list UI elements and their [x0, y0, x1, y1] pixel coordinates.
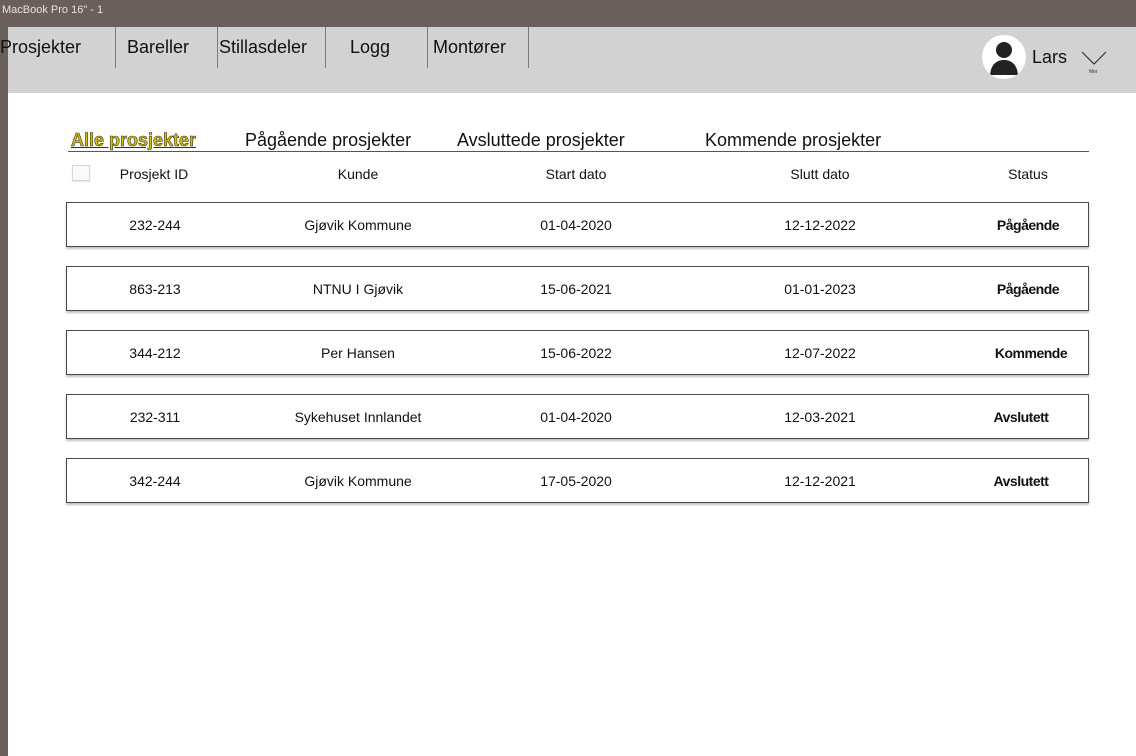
table-row[interactable]: 232-244 Gjøvik Kommune 01-04-2020 12-12-…: [66, 202, 1089, 247]
column-header-prosjekt-id[interactable]: Prosjekt ID: [120, 165, 188, 183]
user-avatar-icon[interactable]: [982, 35, 1026, 79]
cell-slutt-dato: 01-01-2023: [784, 281, 856, 297]
frame-title: MacBook Pro 16" - 1: [2, 4, 104, 16]
nav-item-stillasdeler[interactable]: Stillasdeler: [218, 27, 326, 68]
status-badge: Avslutett: [993, 473, 1049, 489]
table-row[interactable]: 344-212 Per Hansen 15-06-2022 12-07-2022…: [66, 330, 1089, 375]
tab-pagaende-prosjekter[interactable]: Pågående prosjekter: [245, 129, 411, 151]
cell-start-dato: 01-04-2020: [540, 409, 612, 425]
cell-start-dato: 17-05-2020: [540, 473, 612, 489]
table-header: Prosjekt ID Kunde Start dato Slutt dato …: [68, 161, 1088, 189]
column-header-kunde[interactable]: Kunde: [338, 165, 378, 183]
cell-prosjekt-id: 232-244: [129, 217, 181, 233]
status-badge: Avslutett: [993, 409, 1049, 425]
cell-kunde: Gjøvik Kommune: [304, 473, 412, 489]
user-menu[interactable]: Lars Mer: [982, 35, 1122, 79]
more-menu-caption: Mer: [1089, 69, 1098, 75]
tab-kommende-prosjekter[interactable]: Kommende prosjekter: [705, 129, 881, 151]
app-window: Prosjekter Bareller Stillasdeler Logg Mo…: [0, 27, 1136, 756]
project-filter-tabs: Alle prosjekter Pågående prosjekter Avsl…: [68, 123, 1088, 153]
cell-slutt-dato: 12-07-2022: [784, 345, 856, 361]
table-row[interactable]: 342-244 Gjøvik Kommune 17-05-2020 12-12-…: [66, 458, 1089, 503]
table-row[interactable]: 863-213 NTNU I Gjøvik 15-06-2021 01-01-2…: [66, 266, 1089, 311]
tab-avsluttede-prosjekter[interactable]: Avsluttede prosjekter: [457, 129, 625, 151]
cell-kunde: Per Hansen: [321, 345, 395, 361]
status-badge: Pågående: [996, 281, 1060, 297]
cell-prosjekt-id: 344-212: [129, 345, 181, 361]
cell-start-dato: 15-06-2021: [540, 281, 612, 297]
status-badge: Kommende: [994, 345, 1068, 361]
cell-kunde: Sykehuset Innlandet: [294, 409, 422, 425]
tab-alle-prosjekter[interactable]: Alle prosjekter: [71, 129, 197, 151]
cell-start-dato: 01-04-2020: [540, 217, 612, 233]
nav-item-logg[interactable]: Logg: [326, 27, 428, 68]
column-header-slutt-dato[interactable]: Slutt dato: [790, 165, 849, 183]
cell-kunde: Gjøvik Kommune: [304, 217, 412, 233]
cell-prosjekt-id: 232-311: [129, 409, 181, 425]
cell-start-dato: 15-06-2022: [540, 345, 612, 361]
nav-item-bareller[interactable]: Bareller: [116, 27, 218, 68]
top-navigation-bar: Prosjekter Bareller Stillasdeler Logg Mo…: [0, 27, 1136, 93]
status-badge: Pågående: [996, 217, 1060, 233]
cell-slutt-dato: 12-12-2021: [784, 473, 856, 489]
nav-item-prosjekter[interactable]: Prosjekter: [0, 27, 116, 68]
table-row[interactable]: 232-311 Sykehuset Innlandet 01-04-2020 1…: [66, 394, 1089, 439]
nav-item-montorer[interactable]: Montører: [428, 27, 529, 68]
select-all-checkbox[interactable]: [72, 165, 90, 181]
cell-kunde: NTNU I Gjøvik: [312, 281, 404, 297]
column-header-start-dato[interactable]: Start dato: [546, 165, 607, 183]
user-name[interactable]: Lars: [1032, 47, 1067, 67]
chevron-down-icon[interactable]: [1081, 49, 1107, 67]
tabs-divider: [68, 151, 1089, 152]
cell-prosjekt-id: 342-244: [129, 473, 181, 489]
cell-prosjekt-id: 863-213: [129, 281, 181, 297]
cell-slutt-dato: 12-12-2022: [784, 217, 856, 233]
column-header-status[interactable]: Status: [1008, 165, 1048, 183]
cell-slutt-dato: 12-03-2021: [784, 409, 856, 425]
